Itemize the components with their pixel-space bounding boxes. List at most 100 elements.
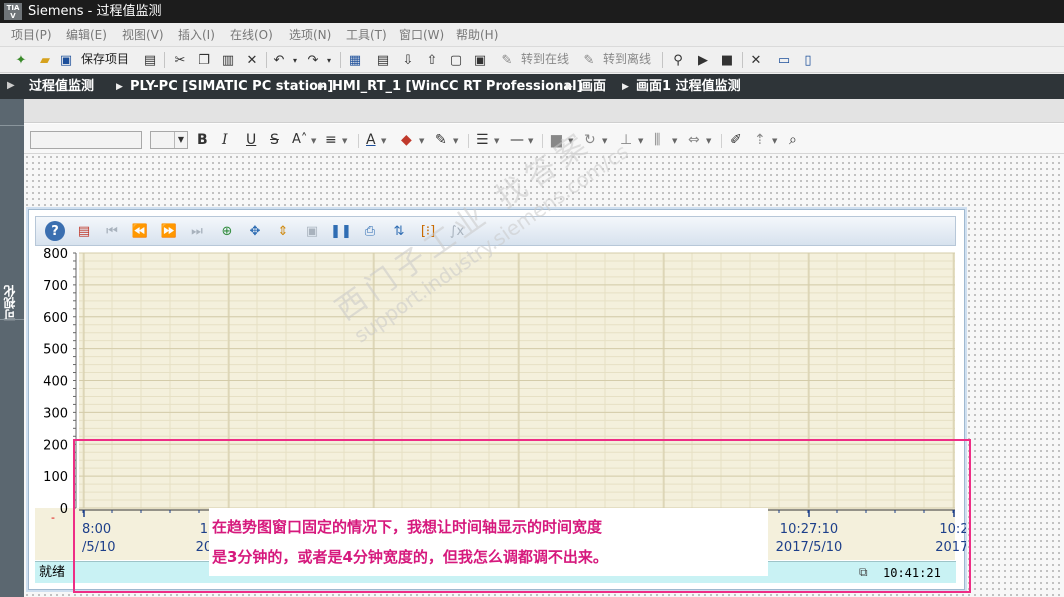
open-project-icon[interactable]: ▰ [36, 51, 54, 69]
font-size-dropdown-icon[interactable]: ▼ [174, 132, 187, 148]
toolbar-separator [662, 52, 663, 68]
dropdown-arrow-icon[interactable]: ▼ [342, 137, 347, 145]
visualization-sidebar[interactable]: 可视化 [0, 99, 24, 597]
new-project-icon[interactable]: ✦ [12, 51, 30, 69]
line-style-icon[interactable]: — [510, 130, 524, 150]
dropdown-arrow-icon[interactable]: ▼ [381, 137, 386, 145]
toolbar-separator [742, 52, 743, 68]
dropdown-arrow-icon[interactable]: ▼ [706, 137, 711, 145]
dropdown-arrow-icon[interactable]: ▼ [419, 137, 424, 145]
format-painter-icon[interactable]: ✐ [730, 130, 742, 150]
download-icon[interactable]: ⇩ [399, 51, 417, 69]
font-size-up-icon[interactable]: A˄ [292, 130, 307, 150]
menu-help[interactable]: 帮助(H) [456, 28, 498, 43]
dropdown-arrow-icon[interactable]: ▼ [772, 137, 777, 145]
menu-tools[interactable]: 工具(T) [346, 28, 387, 43]
sidebar-label[interactable]: 可视化 [3, 285, 21, 321]
strikethrough-button[interactable]: S [270, 130, 279, 150]
menu-insert[interactable]: 插入(I) [178, 28, 215, 43]
go-offline-icon[interactable]: ✎ [580, 51, 598, 69]
y-tick-label: 800 [43, 247, 68, 262]
go-online-icon[interactable]: ✎ [498, 51, 516, 69]
menu-view[interactable]: 视图(V) [122, 28, 164, 43]
dropdown-arrow-icon[interactable]: ▼ [311, 137, 316, 145]
breadcrumb-item-screens[interactable]: 画面 [580, 78, 606, 95]
menu-bar: 项目(P) 编辑(E) 视图(V) 插入(I) 在线(O) 选项(N) 工具(T… [0, 23, 1064, 47]
window-title: Siemens - 过程值监测 [28, 4, 162, 19]
menu-online[interactable]: 在线(O) [230, 28, 273, 43]
dropdown-arrow-icon[interactable]: ▼ [638, 137, 643, 145]
start-runtime-icon[interactable]: ▣ [471, 51, 489, 69]
dropdown-arrow-icon[interactable]: ▼ [672, 137, 677, 145]
upload-icon[interactable]: ⇧ [423, 51, 441, 69]
start-cpu-icon[interactable]: ▶ [694, 51, 712, 69]
text-align-icon[interactable]: ≡ [325, 130, 337, 150]
y-tick-label: 700 [43, 279, 68, 294]
x-axis-marker: - [51, 511, 55, 524]
simulation-icon[interactable]: ▢ [447, 51, 465, 69]
save-icon[interactable]: ▣ [57, 51, 75, 69]
split-vertical-icon[interactable]: ▯ [799, 51, 817, 69]
font-size-field[interactable]: ▼ [150, 131, 188, 149]
delete-icon[interactable]: ✕ [243, 51, 261, 69]
y-tick-label: 0 [60, 502, 68, 517]
italic-button[interactable]: I [222, 130, 228, 150]
breadcrumb-item-station[interactable]: PLY-PC [SIMATIC PC station] [130, 78, 333, 95]
copy-icon[interactable]: ❐ [195, 51, 213, 69]
rotate-icon[interactable]: ↻ [584, 130, 596, 150]
paste-icon[interactable]: ▥ [219, 51, 237, 69]
sidebar-divider [0, 125, 24, 126]
cross-reference-icon[interactable]: ✕ [747, 51, 765, 69]
accessible-devices-icon[interactable]: ⚲ [669, 51, 687, 69]
toolbar-separator [164, 52, 165, 68]
stop-cpu-icon[interactable]: ■ [718, 51, 736, 69]
expand-sidebar-icon[interactable]: ▶ [7, 80, 15, 92]
menu-options[interactable]: 选项(N) [289, 28, 331, 43]
annotation-line-1: 在趋势图窗口固定的情况下，我想让时间轴显示的时间宽度 [212, 518, 603, 536]
download-device-icon[interactable]: ▤ [374, 51, 392, 69]
save-project-button[interactable]: 保存项目 [81, 52, 129, 67]
redo-dropdown-icon[interactable]: ▾ [320, 51, 338, 69]
print-icon[interactable]: ▤ [141, 51, 159, 69]
fill-color-icon[interactable]: ◆ [401, 130, 412, 150]
breadcrumb-item-screen1[interactable]: 画面1 过程值监测 [636, 78, 741, 95]
menu-window[interactable]: 窗口(W) [399, 28, 444, 43]
dropdown-arrow-icon[interactable]: ▼ [602, 137, 607, 145]
menu-edit[interactable]: 编辑(E) [66, 28, 107, 43]
line-width-icon[interactable]: ☰ [476, 130, 489, 150]
dropdown-arrow-icon[interactable]: ▼ [453, 137, 458, 145]
dropdown-arrow-icon[interactable]: ▼ [528, 137, 533, 145]
dropdown-arrow-icon[interactable]: ▼ [568, 137, 573, 145]
distribute-icon[interactable]: ⫼ [654, 130, 660, 150]
y-tick-label: 300 [43, 406, 68, 421]
annotation-line-2: 是3分钟的，或者是4分钟宽度的，但我怎么调都调不出来。 [212, 548, 608, 566]
zoom-icon[interactable]: ⌕ [789, 130, 797, 150]
align-icon[interactable]: ⊥ [620, 130, 632, 150]
layer-icon[interactable]: ⇡ [754, 130, 766, 150]
go-offline-button[interactable]: 转到离线 [603, 52, 651, 67]
menu-project[interactable]: 项目(P) [11, 28, 52, 43]
breadcrumb-item-project[interactable]: 过程值监测 [29, 78, 94, 95]
toolbar-separator [340, 52, 341, 68]
editor-header-band [24, 99, 1064, 123]
undo-dropdown-icon[interactable]: ▾ [286, 51, 304, 69]
bold-button[interactable]: B [197, 130, 208, 150]
y-tick-label: 100 [43, 470, 68, 485]
breadcrumb: ▶ 过程值监测 ▶ PLY-PC [SIMATIC PC station] ▶ … [0, 74, 1064, 99]
split-horizontal-icon[interactable]: ▭ [775, 51, 793, 69]
underline-button[interactable]: U [246, 130, 256, 150]
breadcrumb-arrow-icon: ▶ [622, 82, 629, 92]
cut-icon[interactable]: ✂ [171, 51, 189, 69]
same-size-icon[interactable]: ⇔ [688, 130, 700, 150]
breadcrumb-arrow-icon: ▶ [318, 82, 325, 92]
dropdown-arrow-icon[interactable]: ▼ [494, 137, 499, 145]
main-toolbar: ✦ ▰ ▣ 保存项目 ▤ ✂ ❐ ▥ ✕ ↶ ▾ ↷ ▾ ▦ ▤ ⇩ ⇧ ▢ ▣… [0, 47, 1064, 73]
go-online-button[interactable]: 转到在线 [521, 52, 569, 67]
font-name-field[interactable] [30, 131, 142, 149]
toolbar-separator [468, 134, 469, 148]
line-color-icon[interactable]: ✎ [435, 130, 447, 150]
compile-icon[interactable]: ▦ [346, 51, 364, 69]
font-color-icon[interactable]: A [366, 130, 376, 150]
breadcrumb-item-hmi[interactable]: HMI_RT_1 [WinCC RT Professional] [332, 78, 583, 95]
arrange-icon[interactable]: ▆ [551, 130, 562, 150]
